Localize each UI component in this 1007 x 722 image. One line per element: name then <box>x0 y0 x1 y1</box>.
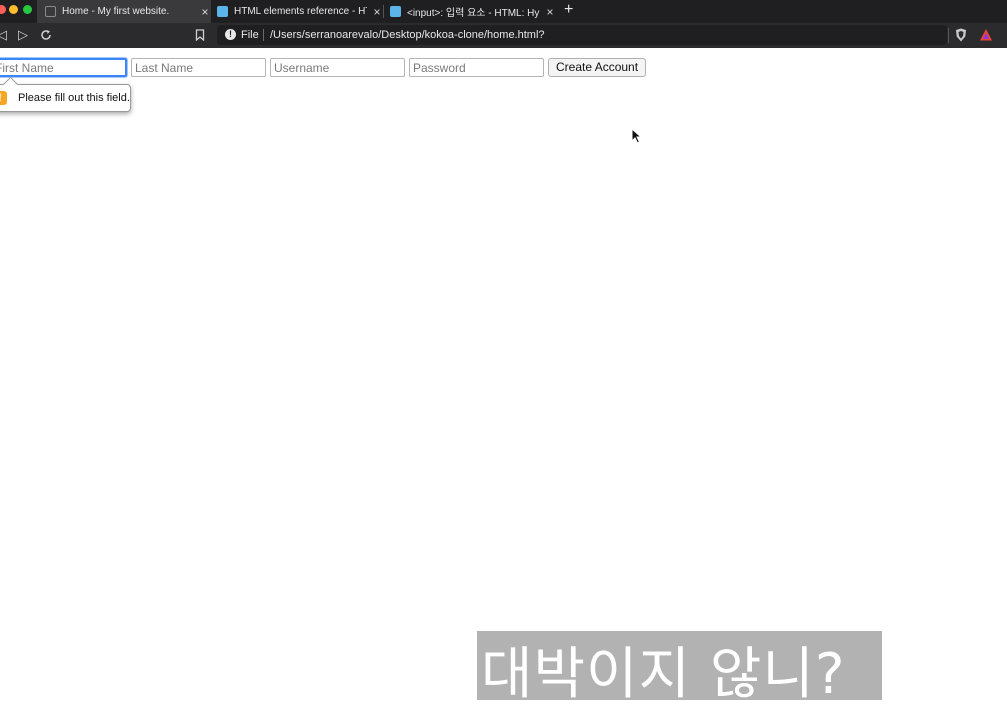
globe-icon <box>45 6 56 17</box>
tab-strip: Home - My first website. × HTML elements… <box>0 0 1007 23</box>
tab-title: Home - My first website. <box>62 6 170 17</box>
first-name-input[interactable] <box>0 58 127 77</box>
toolbar-divider <box>948 28 949 43</box>
tab-input-element[interactable]: <input>: 입력 요소 - HTML: Hypert × <box>384 0 556 23</box>
info-icon[interactable]: ! <box>225 29 236 40</box>
window-minimize-button[interactable] <box>9 5 18 14</box>
window-close-button[interactable] <box>0 5 6 14</box>
warning-icon: ! <box>0 91 7 105</box>
address-divider <box>263 29 264 41</box>
scheme-label: File <box>241 29 259 41</box>
new-tab-button[interactable]: + <box>564 1 573 19</box>
caption-text: 대박이지 않니? <box>481 642 846 707</box>
bookmark-icon[interactable] <box>195 29 205 41</box>
validation-message: Please fill out this field. <box>18 92 130 104</box>
reload-icon[interactable] <box>40 29 52 41</box>
back-icon[interactable]: ◁ <box>0 27 7 43</box>
close-icon[interactable]: × <box>199 5 211 19</box>
video-caption: 대박이지 않니? <box>477 631 882 707</box>
mouse-cursor-icon <box>631 128 642 144</box>
brave-rewards-icon[interactable] <box>979 28 993 42</box>
tab-title: <input>: 입력 요소 - HTML: Hypert <box>407 8 540 19</box>
forward-icon[interactable]: ▷ <box>18 27 28 43</box>
close-icon[interactable]: × <box>371 5 383 19</box>
last-name-input[interactable] <box>131 58 266 77</box>
tab-title: HTML elements reference - HTM <box>234 6 367 17</box>
url-text[interactable]: /Users/serranoarevalo/Desktop/kokoa-clon… <box>270 29 545 41</box>
username-input[interactable] <box>270 58 405 77</box>
validation-tooltip: ! Please fill out this field. <box>0 76 131 112</box>
mdn-icon <box>390 6 401 17</box>
address-bar[interactable]: ! File /Users/serranoarevalo/Desktop/kok… <box>217 25 947 45</box>
create-account-button[interactable]: Create Account <box>548 58 647 77</box>
tab-home[interactable]: Home - My first website. × <box>37 0 211 23</box>
browser-toolbar: ◁ ▷ ! File /Users/serranoarevalo/Desktop… <box>0 23 1007 48</box>
close-icon[interactable]: × <box>544 5 556 19</box>
password-input[interactable] <box>409 58 544 77</box>
mdn-icon <box>217 6 228 17</box>
tab-html-elements-reference[interactable]: HTML elements reference - HTM × <box>211 0 383 23</box>
page-viewport: Create Account ! Please fill out this fi… <box>0 48 1007 722</box>
brave-shield-icon[interactable] <box>955 28 967 42</box>
tooltip-arrow <box>2 76 19 93</box>
window-zoom-button[interactable] <box>23 5 32 14</box>
